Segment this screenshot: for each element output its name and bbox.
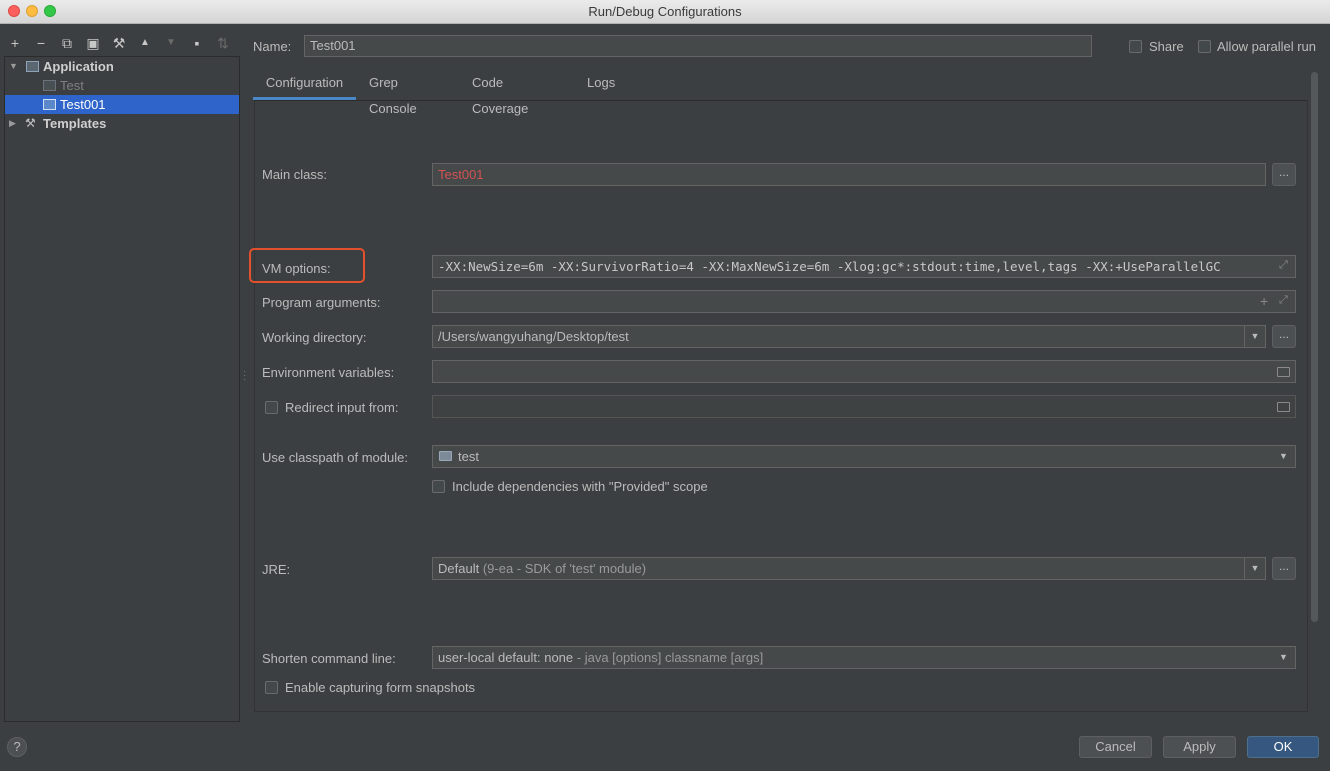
vm-options-label: VM options:	[262, 261, 331, 276]
jre-detail-text: (9-ea - SDK of 'test' module)	[482, 561, 647, 576]
cancel-button[interactable]: Cancel	[1079, 736, 1152, 758]
share-checkbox[interactable]	[1129, 40, 1142, 53]
tab-code-coverage[interactable]: Code Coverage	[472, 70, 528, 116]
redirect-input-label: Redirect input from:	[285, 400, 399, 415]
remove-icon[interactable]: −	[32, 33, 50, 53]
folder-icon[interactable]	[1277, 367, 1290, 377]
help-button[interactable]: ?	[7, 737, 27, 757]
chevron-down-icon[interactable]: ▼	[1279, 652, 1288, 662]
redirect-input-field[interactable]	[432, 395, 1296, 418]
environment-variables-input[interactable]	[432, 360, 1296, 383]
classpath-module-select[interactable]: test	[432, 445, 1296, 468]
chevron-down-icon[interactable]: ▼	[1244, 558, 1265, 579]
classpath-module-label: Use classpath of module:	[262, 450, 408, 465]
main-class-label: Main class:	[262, 167, 328, 182]
shorten-detail-text: - java [options] classname [args]	[576, 650, 764, 665]
save-icon[interactable]: ▣	[84, 33, 102, 53]
tree-label-test001: Test001	[60, 97, 106, 112]
shorten-command-line-select[interactable]: user-local default: none - java [options…	[432, 646, 1296, 669]
tab-grep-console[interactable]: Grep Console	[369, 70, 417, 116]
add-icon[interactable]: +	[6, 33, 24, 53]
main-class-browse-button[interactable]: ...	[1272, 163, 1296, 186]
move-up-icon[interactable]: ▲	[136, 33, 154, 53]
enable-capturing-checkbox[interactable]	[265, 681, 278, 694]
jre-browse-button[interactable]: ...	[1272, 557, 1296, 580]
jre-main-text: Default	[438, 561, 480, 576]
redirect-input-checkbox[interactable]	[265, 401, 278, 414]
tree-item-templates[interactable]: ▶ ⚒ Templates	[5, 114, 239, 133]
ok-button[interactable]: OK	[1247, 736, 1319, 758]
vertical-scrollbar[interactable]	[1311, 72, 1318, 622]
splitter-handle[interactable]: · · ·	[243, 367, 246, 385]
shorten-command-line-label: Shorten command line:	[262, 651, 396, 666]
name-label: Name:	[253, 39, 292, 54]
working-directory-label: Working directory:	[262, 330, 367, 345]
tree-item-test[interactable]: Test	[5, 76, 239, 95]
chevron-right-icon[interactable]: ▶	[9, 114, 16, 133]
apply-button[interactable]: Apply	[1163, 736, 1236, 758]
window-title: Run/Debug Configurations	[588, 4, 742, 19]
add-macro-icon[interactable]: +	[1260, 294, 1268, 308]
expand-icon[interactable]: ⤢	[1279, 259, 1288, 272]
class-icon	[43, 99, 56, 110]
share-label: Share	[1149, 39, 1184, 54]
chevron-down-icon[interactable]: ▼	[1244, 326, 1265, 347]
tree-label-test: Test	[60, 78, 84, 93]
main-class-input[interactable]: Test001	[432, 163, 1266, 186]
tree-item-test001[interactable]: Test001	[5, 95, 239, 114]
new-folder-icon[interactable]: ▪	[188, 33, 206, 53]
allow-parallel-label: Allow parallel run	[1217, 39, 1316, 54]
config-toolbar: + − ⧉ ▣ ⚒ ▲ ▼ ▪ ⇅	[4, 33, 240, 53]
allow-parallel-checkbox[interactable]	[1198, 40, 1211, 53]
jre-label: JRE:	[262, 562, 291, 577]
tab-configuration[interactable]: Configuration	[253, 70, 356, 100]
class-icon	[43, 80, 56, 91]
shorten-main-text: user-local default: none	[438, 650, 574, 665]
jre-select[interactable]: Default (9-ea - SDK of 'test' module)	[432, 557, 1266, 580]
module-icon	[439, 451, 452, 461]
tree-item-application[interactable]: ▼ Application	[5, 57, 239, 76]
program-arguments-label: Program arguments:	[262, 295, 381, 310]
enable-capturing-label: Enable capturing form snapshots	[285, 680, 476, 695]
vm-options-input[interactable]: -XX:NewSize=6m -XX:SurvivorRatio=4 -XX:M…	[432, 255, 1296, 278]
folder-icon[interactable]	[1277, 402, 1290, 412]
configuration-tree: ▼ Application Test Test001 ▶ ⚒ Templates	[4, 56, 240, 722]
wrench-icon[interactable]: ⚒	[110, 33, 128, 53]
environment-variables-label: Environment variables:	[262, 365, 395, 380]
working-directory-browse-button[interactable]: ...	[1272, 325, 1296, 348]
tab-logs[interactable]: Logs	[587, 70, 615, 100]
sort-icon[interactable]: ⇅	[214, 33, 232, 53]
program-arguments-input[interactable]	[432, 290, 1296, 313]
wrench-icon: ⚒	[25, 116, 36, 130]
tree-label-templates: Templates	[43, 116, 107, 131]
copy-icon[interactable]: ⧉	[58, 33, 76, 53]
include-dependencies-checkbox[interactable]	[432, 480, 445, 493]
move-down-icon[interactable]: ▼	[162, 33, 180, 53]
expand-icon[interactable]: ⤢	[1279, 294, 1288, 307]
working-directory-input[interactable]: /Users/wangyuhang/Desktop/test	[432, 325, 1266, 348]
title-bar: Run/Debug Configurations	[0, 0, 1330, 24]
chevron-down-icon[interactable]: ▼	[9, 57, 18, 76]
tree-label-application: Application	[43, 59, 114, 74]
chevron-down-icon[interactable]: ▼	[1279, 451, 1288, 461]
name-input[interactable]: Test001	[304, 35, 1092, 57]
application-icon	[26, 61, 39, 72]
include-dependencies-label: Include dependencies with "Provided" sco…	[452, 479, 708, 494]
